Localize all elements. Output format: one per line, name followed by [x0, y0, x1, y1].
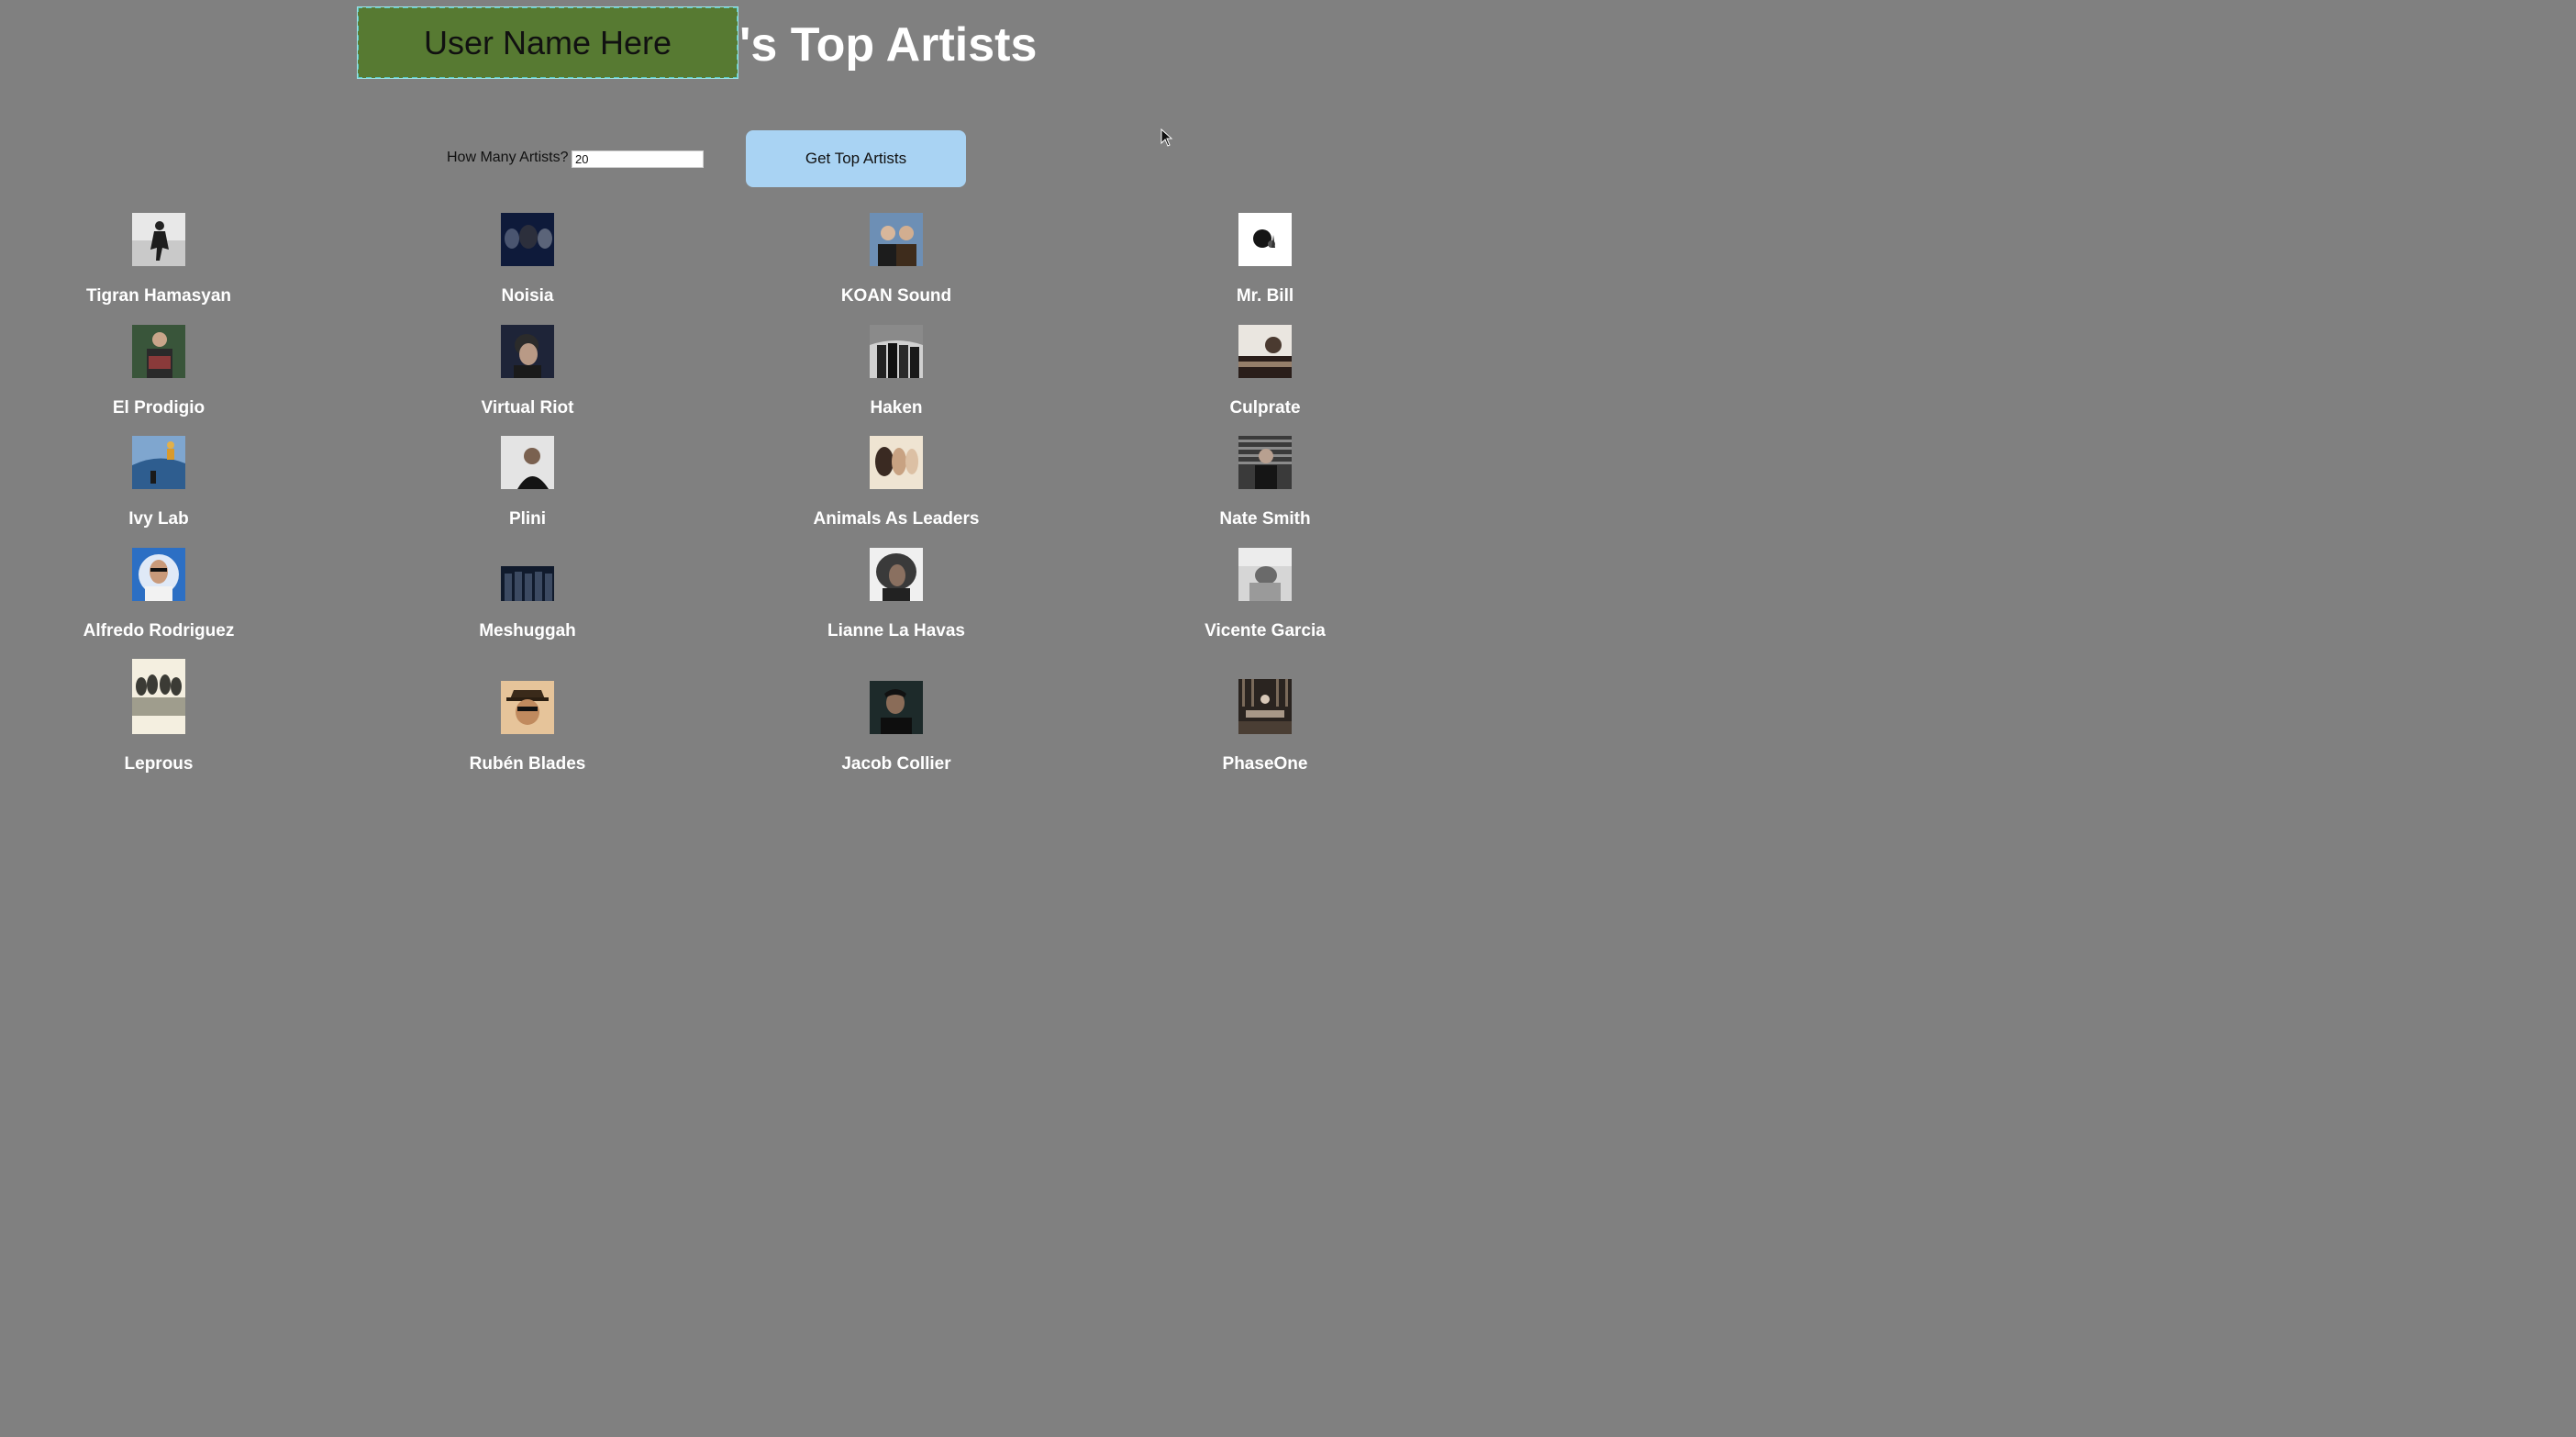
artist-photo	[132, 325, 185, 378]
artist-photo	[870, 681, 923, 734]
artist-photo	[501, 325, 554, 378]
artist-photo	[870, 325, 923, 378]
artist-photo	[1238, 436, 1292, 489]
artist-count-input[interactable]	[572, 150, 704, 168]
artist-name: El Prodigio	[112, 398, 205, 418]
artist-photo	[501, 566, 554, 601]
artist-name: Ivy Lab	[128, 509, 189, 529]
artist-photo	[870, 213, 923, 266]
artist-name: Nate Smith	[1219, 509, 1311, 529]
mouse-pointer-icon	[1160, 128, 1173, 151]
artist-photo	[501, 213, 554, 266]
artist-name: Jacob Collier	[841, 754, 951, 774]
artist-photo	[1238, 325, 1292, 378]
artist-photo	[132, 436, 185, 489]
artist-name: Lianne La Havas	[827, 621, 965, 641]
artist-name: Mr. Bill	[1236, 286, 1294, 306]
artist-name: Animals As Leaders	[813, 509, 980, 529]
artist-name: Haken	[870, 398, 923, 418]
get-top-artists-button[interactable]: Get Top Artists	[746, 130, 966, 187]
artist-name: Noisia	[501, 286, 554, 306]
artist-photo	[501, 436, 554, 489]
artist-name: PhaseOne	[1222, 754, 1308, 774]
artist-name: Plini	[508, 509, 547, 529]
artist-photo	[132, 548, 185, 601]
artist-photo	[1238, 213, 1292, 266]
artist-photo	[501, 681, 554, 734]
artist-photo	[870, 548, 923, 601]
artist-photo	[132, 659, 185, 734]
artist-photo	[1238, 679, 1292, 734]
artist-name: Rubén Blades	[469, 754, 586, 774]
artist-photo	[132, 213, 185, 266]
artist-count-label: How Many Artists?	[447, 150, 569, 165]
artist-name: Meshuggah	[479, 621, 576, 641]
artist-name: KOAN Sound	[840, 286, 952, 306]
artist-photo	[870, 436, 923, 489]
artist-name: Tigran Hamasyan	[85, 286, 232, 306]
username-box[interactable]: User Name Here	[357, 6, 738, 79]
artist-photo	[1238, 548, 1292, 601]
artist-name: Vicente Garcia	[1205, 621, 1326, 641]
artist-name: Culprate	[1229, 398, 1301, 418]
artist-name: Leprous	[124, 754, 194, 774]
artist-name: Alfredo Rodriguez	[83, 621, 235, 641]
artist-name: Virtual Riot	[481, 398, 574, 418]
username-text: User Name Here	[423, 23, 672, 61]
page-title: 's Top Artists	[739, 18, 1038, 72]
